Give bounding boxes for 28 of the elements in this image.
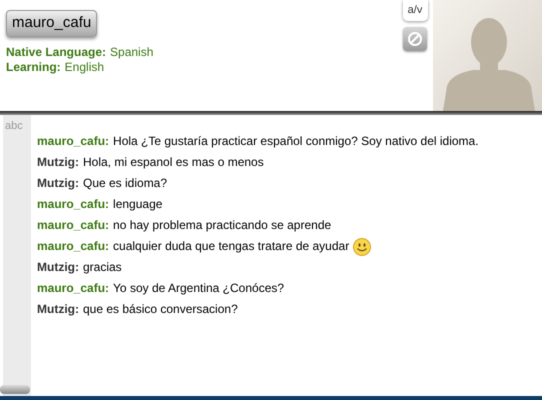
message-text: gracias [82,260,122,275]
block-button[interactable] [403,27,427,51]
message-text: no hay problema practicando se aprende [113,218,332,233]
sender-name: Mutzig: [37,302,79,317]
sender-name: mauro_cafu: [37,281,110,296]
sender-name: mauro_cafu: [37,197,110,212]
message-text: cualquier duda que tengas tratare de ayudar [113,239,350,254]
av-button[interactable]: a/v [402,0,428,21]
spellcheck-label: abc [4,119,24,134]
username-label: mauro_cafu [6,10,98,36]
block-icon [407,31,423,47]
message-text: que es básico conversacion? [82,302,238,317]
detail-label: Native Language: [6,44,106,60]
detail-value: Spanish [110,44,154,60]
sender-name: Mutzig: [37,176,79,191]
message-text: lenguage [113,197,162,212]
message-text: Hola ¿Te gustaría practicar español conmigo? Soy nativo del idioma. [113,134,479,149]
message-text: Que es idioma? [82,176,168,191]
detail-label: Learning: [6,60,61,74]
detail-value: English [64,60,104,74]
sender-name: Mutzig: [37,260,79,275]
sender-name: mauro_cafu: [37,134,110,149]
resize-handle[interactable] [0,385,30,394]
message-text: Yo soy de Argentina ¿Conóces? [113,281,284,296]
sender-name: Mutzig: [37,155,79,170]
sender-name: mauro_cafu: [37,239,110,254]
message-text: Hola, mi espanol es mas o menos [82,155,264,170]
sender-name: mauro_cafu: [37,218,110,233]
